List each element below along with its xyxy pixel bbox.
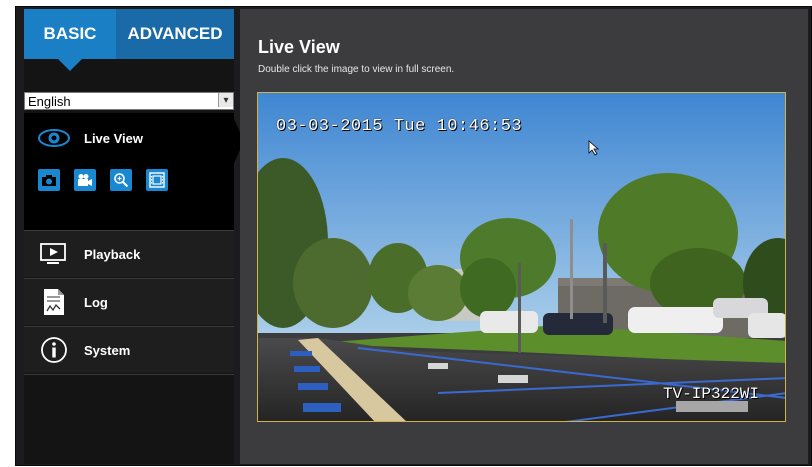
camera-icon[interactable] <box>38 169 60 191</box>
sidebar: BASIC ADVANCED English ▾ Live View Playb… <box>24 9 244 464</box>
film-icon[interactable] <box>146 169 168 191</box>
play-icon <box>24 242 84 266</box>
sidebar-item-playback[interactable]: Playback <box>24 231 234 277</box>
sidebar-item-label: System <box>84 342 131 358</box>
live-view-toolbar <box>38 169 168 191</box>
tab-basic[interactable]: BASIC <box>24 9 116 59</box>
eye-icon <box>24 128 84 148</box>
tab-indicator <box>58 59 82 71</box>
osd-timestamp: 03-03-2015 Tue 10:46:53 <box>276 117 523 136</box>
osd-camera-name: TV-IP322WI <box>662 385 759 403</box>
video-record-icon[interactable] <box>74 169 96 191</box>
mouse-cursor-icon <box>588 140 600 156</box>
page-title: Live View <box>258 37 340 57</box>
camera-feed-image <box>258 93 785 421</box>
main-panel: Live View Double click the image to view… <box>240 9 808 464</box>
sidebar-item-label: Log <box>84 294 108 310</box>
page-subtitle: Double click the image to view in full s… <box>258 64 455 75</box>
chevron-down-icon[interactable]: ▾ <box>218 93 233 107</box>
language-select-value[interactable]: English <box>24 92 234 110</box>
info-icon <box>24 336 84 364</box>
sidebar-item-label: Playback <box>84 246 141 262</box>
sidebar-item-live-view[interactable]: Live View <box>24 116 234 160</box>
sidebar-item-system[interactable]: System <box>24 327 234 373</box>
tab-advanced[interactable]: ADVANCED <box>116 9 234 59</box>
document-icon <box>24 287 84 317</box>
sidebar-item-log[interactable]: Log <box>24 279 234 325</box>
sidebar-item-label: Live View <box>84 130 144 146</box>
divider <box>24 374 234 375</box>
language-selector[interactable]: English ▾ <box>24 92 234 110</box>
live-video-view[interactable]: 03-03-2015 Tue 10:46:53 TV-IP322WI <box>257 92 786 422</box>
zoom-icon[interactable] <box>110 169 132 191</box>
